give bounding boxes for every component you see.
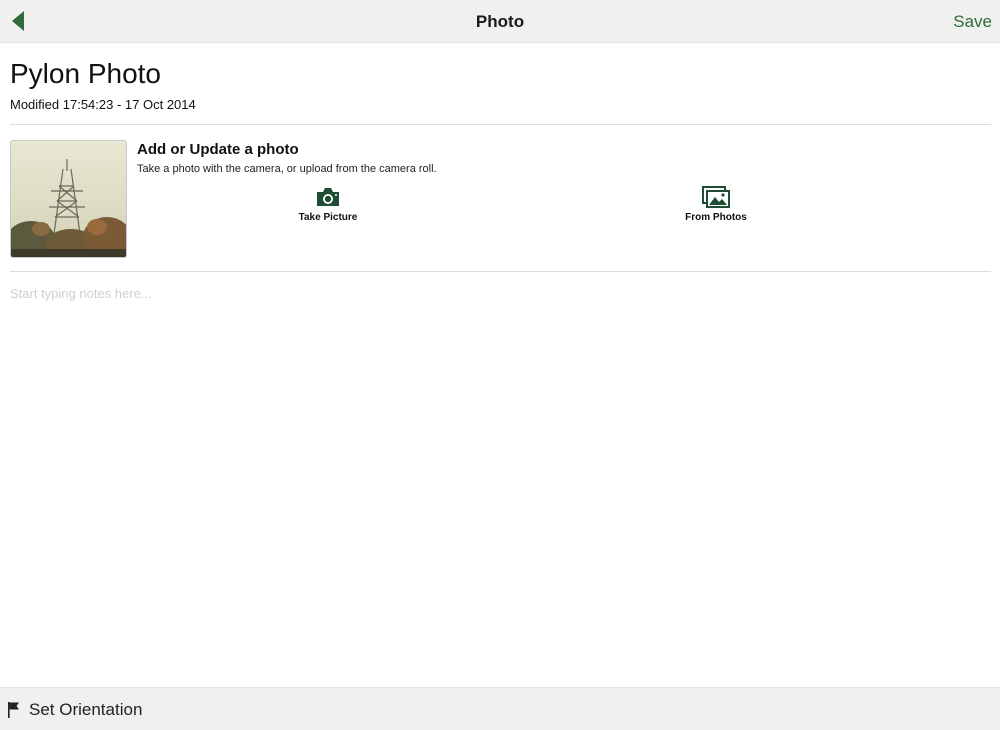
page-title: Pylon Photo xyxy=(10,58,161,89)
from-photos-label: From Photos xyxy=(685,212,747,223)
from-photos-button[interactable]: From Photos xyxy=(656,186,776,223)
modified-timestamp: Modified 17:54:23 - 17 Oct 2014 xyxy=(10,97,196,112)
set-orientation-button[interactable]: Set Orientation xyxy=(7,700,142,720)
bottom-toolbar: Set Orientation xyxy=(0,687,1000,730)
divider xyxy=(10,271,991,272)
photos-icon xyxy=(702,186,730,208)
pylon-photo-image xyxy=(11,141,126,257)
take-picture-button[interactable]: Take Picture xyxy=(268,186,388,223)
nav-title: Photo xyxy=(475,12,525,31)
save-button[interactable]: Save xyxy=(953,12,992,32)
camera-icon xyxy=(317,188,339,206)
set-orientation-label: Set Orientation xyxy=(29,700,143,719)
notes-input[interactable] xyxy=(10,286,991,666)
divider xyxy=(10,124,991,125)
photo-thumbnail[interactable] xyxy=(10,140,127,258)
photo-section-heading: Add or Update a photo xyxy=(137,141,299,158)
flag-icon xyxy=(8,702,19,718)
navigation-bar: Photo Save xyxy=(0,0,1000,43)
photo-section-description: Take a photo with the camera, or upload … xyxy=(137,163,437,175)
take-picture-label: Take Picture xyxy=(298,212,358,223)
